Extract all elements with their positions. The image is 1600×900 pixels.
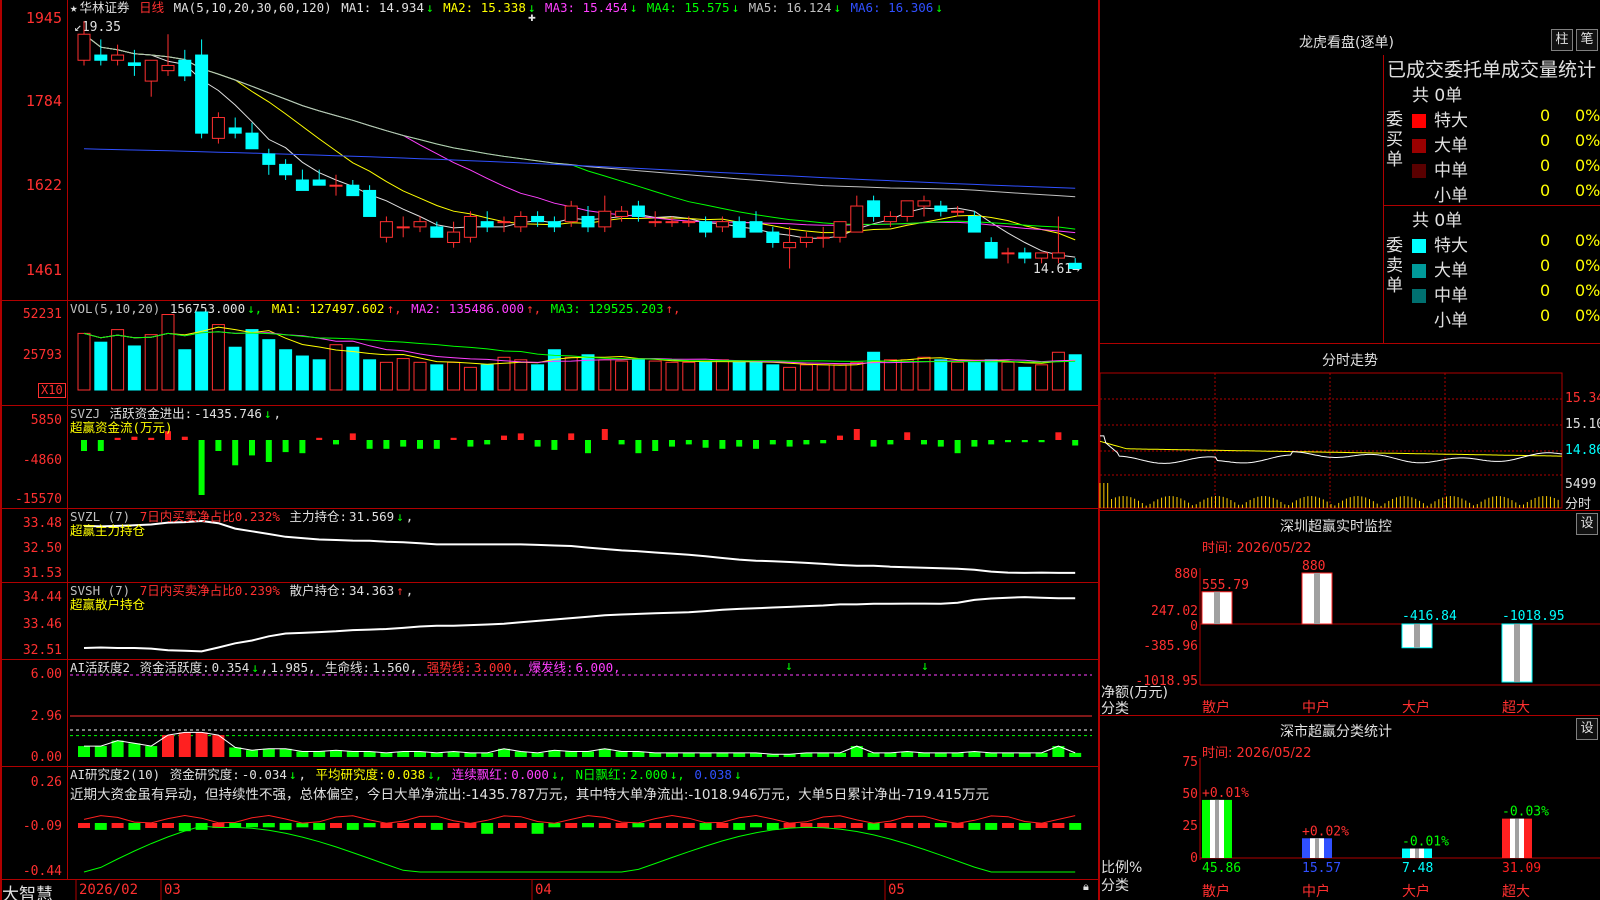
monitor-cat-label: 超大 — [1502, 700, 1530, 716]
monitor-value-label: 555.79 — [1202, 578, 1249, 593]
class-bar-4 — [1502, 818, 1532, 858]
class-bar-core — [1415, 848, 1419, 858]
class-bar-2 — [1302, 838, 1332, 858]
class-change-label: +0.01% — [1202, 786, 1249, 801]
fenshi-avg-line — [1099, 440, 1562, 457]
class-bar-core — [1315, 838, 1319, 858]
class-change-label: -0.01% — [1402, 835, 1449, 850]
monitor-bar-4 — [1501, 623, 1533, 683]
class-cat-label: 中户 — [1302, 883, 1330, 900]
class-bar-core — [1215, 799, 1219, 858]
monitor-bar-shade — [1214, 591, 1220, 624]
monitor-bar-1 — [1201, 591, 1233, 625]
class-value-label: 15.57 — [1302, 861, 1341, 876]
monitor-value-label: 880 — [1302, 559, 1325, 574]
monitor-value-label: -1018.95 — [1502, 609, 1565, 624]
fenshi-frame — [1099, 372, 1563, 509]
class-change-label: -0.03% — [1502, 805, 1549, 820]
class-bar-core — [1515, 818, 1519, 858]
monitor-bar-shade — [1414, 624, 1420, 648]
class-bar-1 — [1202, 799, 1232, 858]
class-cat-label: 超大 — [1502, 884, 1530, 900]
class-bar-3 — [1402, 848, 1432, 858]
class-cat-label: 散户 — [1202, 883, 1230, 900]
monitor-bar-shade — [1514, 624, 1520, 682]
class-value-label: 31.09 — [1502, 861, 1541, 876]
monitor-cat-label: 散户 — [1202, 699, 1230, 716]
monitor-bar-shade — [1314, 573, 1320, 624]
monitor-cat-label: 中户 — [1302, 699, 1330, 716]
class-cat-label: 大户 — [1402, 883, 1430, 900]
right-panels-charts: 555.79 散户 880 中户 -416.84 大户 -1018.95 超大 +0.01% 45… — [1099, 372, 1600, 900]
class-value-label: 45.86 — [1202, 861, 1241, 876]
monitor-bar-2 — [1301, 572, 1333, 625]
monitor-value-label: -416.84 — [1402, 609, 1457, 624]
class-change-label: +0.02% — [1302, 824, 1349, 839]
monitor-bar-3 — [1401, 623, 1433, 649]
class-value-label: 7.48 — [1402, 861, 1433, 876]
monitor-cat-label: 大户 — [1402, 699, 1430, 716]
